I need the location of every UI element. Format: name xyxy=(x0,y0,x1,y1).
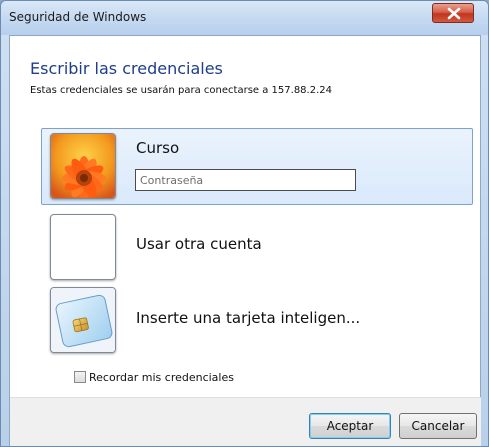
credentials-dialog: Seguridad de Windows Escribir las creden… xyxy=(0,0,489,447)
remember-credentials[interactable]: Recordar mis credenciales xyxy=(74,371,234,384)
title-bar[interactable]: Seguridad de Windows xyxy=(1,1,488,35)
close-icon xyxy=(447,7,461,20)
window-title: Seguridad de Windows xyxy=(9,10,147,24)
remember-checkbox[interactable] xyxy=(74,371,86,383)
close-button[interactable] xyxy=(432,3,474,23)
remember-label: Recordar mis credenciales xyxy=(89,371,234,384)
dialog-heading: Escribir las credenciales xyxy=(30,59,223,78)
other-account-label: Usar otra cuenta xyxy=(136,235,262,253)
account-tile-curso[interactable]: Curso xyxy=(41,128,473,205)
dialog-subheading: Estas credenciales se usarán para conect… xyxy=(30,85,332,96)
smartcard-label: Inserte una tarjeta inteligen... xyxy=(136,309,361,327)
account-name-label: Curso xyxy=(136,139,180,157)
password-field[interactable] xyxy=(135,169,356,191)
flower-user-picture-icon xyxy=(50,133,116,199)
blank-user-picture-icon xyxy=(50,214,116,280)
smart-card-icon xyxy=(50,287,116,353)
cancel-button[interactable]: Cancelar xyxy=(399,413,477,439)
dialog-footer: Aceptar Cancelar xyxy=(10,397,481,446)
account-tile-other[interactable]: Usar otra cuenta xyxy=(41,213,473,281)
accept-button[interactable]: Aceptar xyxy=(309,413,391,439)
account-tile-smartcard[interactable]: Inserte una tarjeta inteligen... xyxy=(41,284,473,353)
